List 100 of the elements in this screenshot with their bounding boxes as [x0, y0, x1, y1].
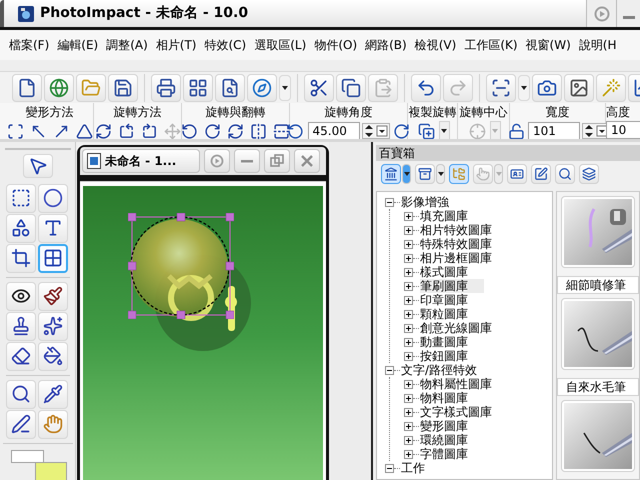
- spinner-icon[interactable]: [362, 123, 390, 139]
- fill-tool[interactable]: [38, 342, 68, 371]
- brush-tool[interactable]: [38, 282, 68, 311]
- tree-item[interactable]: 影像增強: [401, 195, 449, 209]
- menu-item[interactable]: 特效(C): [204, 36, 246, 54]
- shapes-tool[interactable]: [6, 214, 36, 243]
- expand-toggle[interactable]: [404, 436, 413, 444]
- tree-item[interactable]: 相片邊框圖庫: [420, 251, 492, 265]
- number-field[interactable]: 101: [528, 122, 580, 139]
- foreground-color-swatch[interactable]: [34, 462, 66, 480]
- marquee-tool[interactable]: [6, 184, 36, 213]
- expand-toggle[interactable]: [404, 268, 413, 276]
- print-button[interactable]: [151, 74, 181, 102]
- expand-toggle[interactable]: [404, 254, 413, 262]
- windows-button[interactable]: [579, 164, 599, 184]
- background-color-swatch[interactable]: [10, 450, 44, 463]
- chest-button[interactable]: [415, 164, 435, 184]
- tree-item[interactable]: 特殊特效圖庫: [420, 237, 492, 251]
- restore-button[interactable]: [264, 149, 290, 173]
- expand-toggle[interactable]: [404, 324, 413, 332]
- number-field[interactable]: 10: [606, 121, 640, 139]
- camera-button[interactable]: [532, 74, 562, 102]
- expand-toggle[interactable]: [404, 380, 413, 388]
- photo-button[interactable]: [564, 74, 594, 102]
- tree-item[interactable]: 填充圖庫: [420, 209, 468, 223]
- menu-item[interactable]: 檔案(F): [9, 36, 50, 54]
- tree-item[interactable]: 按鈕圖庫: [420, 349, 468, 363]
- menu-item[interactable]: 檢視(V): [414, 36, 456, 54]
- edit-button[interactable]: [531, 164, 551, 184]
- pen-tool[interactable]: [6, 410, 36, 439]
- menu-item[interactable]: 選取區(L): [254, 36, 306, 54]
- duplicate-button[interactable]: [416, 121, 438, 139]
- crop-tool[interactable]: [6, 244, 36, 273]
- tree-item[interactable]: 文字樣式圖庫: [420, 405, 492, 419]
- expand-toggle[interactable]: [404, 408, 413, 416]
- expand-toggle[interactable]: [404, 394, 413, 402]
- eraser-tool[interactable]: [6, 342, 36, 371]
- expand-toggle[interactable]: [404, 450, 413, 458]
- dropdown-button[interactable]: [402, 164, 411, 184]
- dropdown-button[interactable]: [279, 74, 291, 100]
- expand-toggle[interactable]: [404, 226, 413, 234]
- options-button[interactable]: [204, 149, 230, 173]
- spheres-tool[interactable]: [38, 184, 68, 213]
- picker-tool[interactable]: [38, 380, 68, 409]
- gallery-button[interactable]: [381, 164, 401, 184]
- dropdown-button[interactable]: [518, 74, 530, 100]
- close-button[interactable]: [294, 149, 320, 173]
- tree-item[interactable]: 相片特效圖庫: [420, 223, 492, 237]
- expand-toggle[interactable]: [404, 422, 413, 430]
- stamp-tool[interactable]: [6, 312, 36, 341]
- new-button[interactable]: [12, 74, 42, 102]
- collapse-toggle[interactable]: [385, 198, 394, 206]
- tree-item[interactable]: 環繞圖庫: [420, 433, 468, 447]
- expand-toggle[interactable]: [404, 296, 413, 304]
- number-field[interactable]: 45.00: [308, 122, 360, 139]
- collapse-toggle[interactable]: [385, 464, 394, 472]
- tree-item[interactable]: 筆刷圖庫: [420, 279, 484, 293]
- expand-toggle[interactable]: [404, 212, 413, 220]
- expand-toggle[interactable]: [404, 282, 413, 290]
- scan-button[interactable]: [486, 74, 516, 102]
- minimize-button[interactable]: [616, 0, 640, 27]
- minimize-button[interactable]: [234, 149, 260, 173]
- menu-item[interactable]: 工作區(K): [464, 36, 518, 54]
- dropdown-button[interactable]: [438, 121, 450, 139]
- tree-item[interactable]: 字體圖庫: [420, 447, 468, 461]
- tree-item[interactable]: 文字/路徑特效: [401, 363, 478, 377]
- expand-toggle[interactable]: [404, 240, 413, 248]
- collapse-toggle[interactable]: [385, 366, 394, 374]
- menu-item[interactable]: 網路(B): [365, 36, 407, 54]
- cut-button[interactable]: [304, 74, 334, 102]
- tree-item[interactable]: 樣式圖庫: [420, 265, 468, 279]
- menu-item[interactable]: 物件(O): [314, 36, 358, 54]
- expand-toggle[interactable]: [404, 310, 413, 318]
- selection-box[interactable]: [128, 213, 234, 319]
- text-tool[interactable]: [38, 214, 68, 243]
- copy-button[interactable]: [336, 74, 366, 102]
- tree-item[interactable]: 工作: [401, 461, 425, 475]
- tree-item[interactable]: 印章圖庫: [420, 293, 468, 307]
- menu-item[interactable]: 編輯(E): [57, 36, 98, 54]
- expand-toggle[interactable]: [404, 338, 413, 346]
- tree-item[interactable]: 動畫圖庫: [420, 335, 468, 349]
- menu-item[interactable]: 相片(T): [156, 36, 196, 54]
- browser-button[interactable]: [247, 74, 277, 102]
- search-button[interactable]: [555, 164, 575, 184]
- layout-button[interactable]: [183, 74, 213, 102]
- tree-item[interactable]: 物料圖庫: [420, 391, 468, 405]
- document-tab[interactable]: 未命名 - 1...: [82, 149, 200, 173]
- web-button[interactable]: [44, 74, 74, 102]
- tree-item[interactable]: 物料屬性圖庫: [420, 377, 492, 391]
- transform-tool[interactable]: [38, 244, 68, 273]
- retouch-tool[interactable]: [38, 312, 68, 341]
- dropdown-button[interactable]: [436, 164, 445, 184]
- zoom-tool[interactable]: [6, 380, 36, 409]
- tree-item[interactable]: 變形圖庫: [420, 419, 468, 433]
- menu-item[interactable]: 視窗(W): [526, 36, 571, 54]
- menu-item[interactable]: 說明(H: [578, 36, 616, 54]
- save-button[interactable]: [108, 74, 138, 102]
- preview-button[interactable]: [215, 74, 245, 102]
- pointer-tool[interactable]: [22, 154, 52, 178]
- eye-tool[interactable]: [6, 282, 36, 311]
